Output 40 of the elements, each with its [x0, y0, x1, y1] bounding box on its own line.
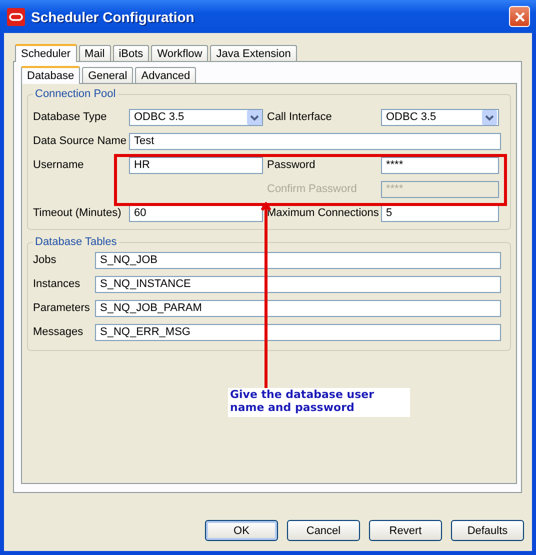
field-label: Database Type [33, 111, 108, 123]
tab[interactable]: Workflow [151, 45, 208, 61]
field-label: Data Source Name [33, 135, 128, 147]
tab[interactable]: Scheduler [15, 44, 77, 62]
field-label: Messages [33, 326, 84, 338]
oracle-logo-icon [7, 8, 25, 26]
input-field[interactable]: **** [381, 156, 499, 174]
dropdown[interactable]: ODBC 3.5 [129, 108, 263, 126]
dialog-button[interactable]: OK [205, 520, 278, 541]
field-label: Call Interface [267, 111, 333, 123]
tab[interactable]: Mail [78, 45, 111, 61]
tab[interactable]: Java Extension [210, 45, 297, 61]
input-field[interactable]: S_NQ_INSTANCE [95, 276, 501, 292]
dialog-button[interactable]: Defaults [451, 520, 524, 541]
field-label: Confirm Password [267, 183, 358, 195]
group-title: Database Tables [34, 236, 118, 248]
tab[interactable]: General [82, 67, 134, 83]
callout-text: Give the database user name and password [228, 388, 410, 417]
tab[interactable]: Database [21, 66, 80, 84]
close-icon [514, 10, 526, 22]
field-label: Timeout (Minutes) [33, 207, 122, 219]
input-field[interactable]: S_NQ_JOB [95, 252, 501, 268]
field-label: Jobs [33, 254, 58, 266]
dialog-button[interactable]: Cancel [287, 520, 360, 541]
tab[interactable]: iBots [112, 45, 150, 61]
window-title: Scheduler Configuration [31, 8, 196, 24]
field-label: Password [267, 159, 316, 171]
group-title: Connection Pool [34, 88, 117, 100]
field-label: Parameters [33, 302, 91, 314]
input-field[interactable]: S_NQ_JOB_PARAM [95, 300, 501, 316]
field-label: Instances [33, 278, 82, 290]
dialog-button[interactable]: Revert [369, 520, 442, 541]
tab[interactable]: Advanced [135, 67, 196, 83]
input-field[interactable]: S_NQ_ERR_MSG [95, 324, 501, 340]
input-field[interactable]: HR [129, 156, 263, 174]
input-field[interactable]: Test [129, 132, 501, 150]
close-button[interactable] [509, 6, 530, 27]
field-label: Username [33, 159, 85, 171]
dropdown[interactable]: ODBC 3.5 [381, 108, 499, 126]
field-label: Maximum Connections [267, 207, 380, 219]
